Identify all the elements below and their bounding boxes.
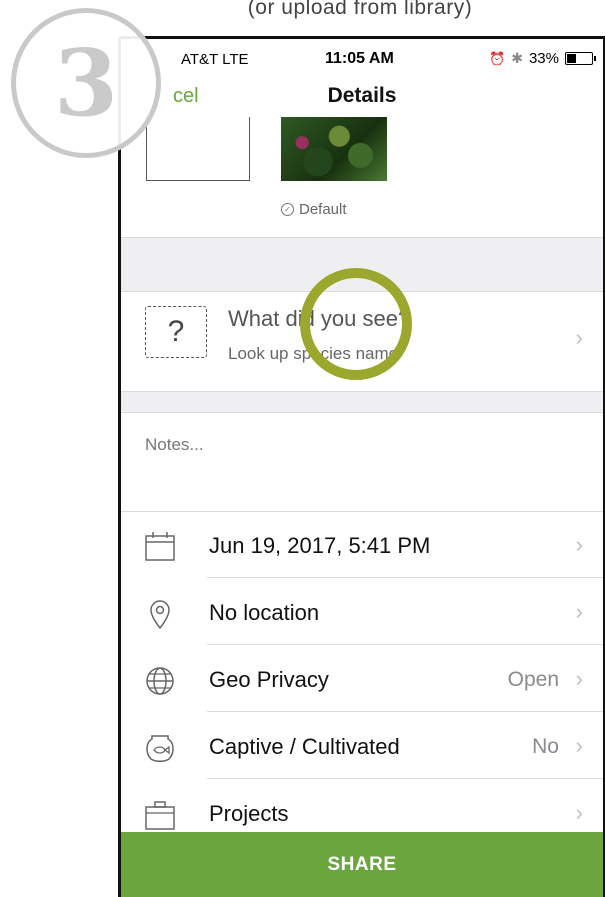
- globe-icon: [146, 667, 174, 695]
- captive-row[interactable]: Captive / Cultivated No ›: [121, 713, 603, 779]
- battery-percent: 33%: [528, 50, 559, 67]
- date-label: Jun 19, 2017, 5:41 PM: [209, 533, 431, 558]
- captive-label: Captive / Cultivated: [209, 734, 400, 759]
- location-pin-icon: [150, 600, 170, 630]
- clock: 11:05 AM: [325, 50, 394, 67]
- share-button[interactable]: SHARE: [121, 832, 603, 897]
- highlight-ring: [300, 268, 412, 380]
- default-photo-label: ✓ Default: [281, 201, 347, 218]
- observation-photo-thumbnail[interactable]: [281, 117, 387, 181]
- location-label: No location: [209, 600, 320, 625]
- status-right: ⏰ ✱ 33%: [489, 50, 596, 67]
- row-separator: [207, 644, 603, 645]
- nav-bar: cel Details: [121, 73, 603, 117]
- geo-privacy-value: Open: [507, 668, 559, 691]
- captive-value: No: [532, 735, 559, 758]
- divider: [121, 412, 603, 413]
- bluetooth-icon: ✱: [511, 50, 523, 66]
- alarm-icon: ⏰: [489, 50, 506, 66]
- add-photo-button[interactable]: [146, 117, 250, 181]
- step-number-badge: 3: [11, 8, 161, 158]
- location-row[interactable]: No location ›: [121, 579, 603, 645]
- carrier-label: AT&T LTE: [181, 51, 249, 68]
- fishbowl-icon: [146, 735, 174, 762]
- briefcase-icon: [145, 801, 175, 830]
- geo-privacy-label: Geo Privacy: [209, 667, 329, 692]
- phone-screen: AT&T LTE 11:05 AM ⏰ ✱ 33% cel Details ✓ …: [118, 36, 605, 897]
- page-title: Details: [327, 84, 397, 107]
- chevron-right-icon: ›: [575, 733, 583, 758]
- section-spacer: [121, 392, 603, 412]
- geo-privacy-row[interactable]: Geo Privacy Open ›: [121, 646, 603, 712]
- date-row[interactable]: Jun 19, 2017, 5:41 PM ›: [121, 512, 603, 578]
- row-separator: [207, 577, 603, 578]
- notes-field[interactable]: Notes...: [145, 435, 204, 455]
- check-circle-icon: ✓: [281, 203, 294, 216]
- row-separator: [207, 711, 603, 712]
- unknown-species-icon: ?: [145, 306, 207, 358]
- projects-label: Projects: [209, 801, 289, 826]
- chevron-right-icon: ›: [575, 532, 583, 557]
- chevron-right-icon: ›: [575, 325, 583, 350]
- battery-icon: [565, 52, 596, 65]
- chevron-right-icon: ›: [575, 800, 583, 825]
- chevron-right-icon: ›: [575, 599, 583, 624]
- tutorial-caption: (or upload from library): [247, 0, 473, 19]
- default-text: Default: [299, 201, 347, 218]
- chevron-right-icon: ›: [575, 666, 583, 691]
- status-bar: AT&T LTE 11:05 AM ⏰ ✱ 33%: [121, 39, 603, 73]
- row-separator: [207, 778, 603, 779]
- calendar-icon: [145, 532, 175, 561]
